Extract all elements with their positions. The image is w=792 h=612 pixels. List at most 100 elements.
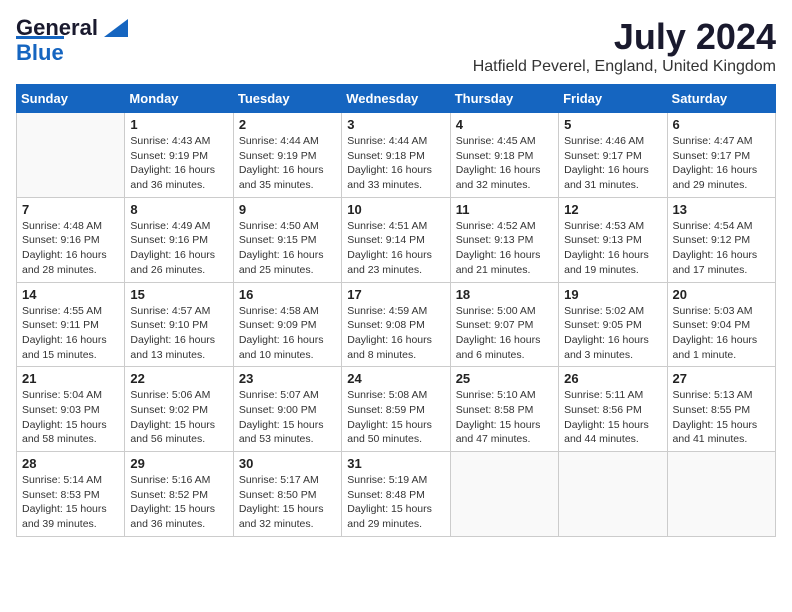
day-info: Sunrise: 5:17 AMSunset: 8:50 PMDaylight:… bbox=[239, 473, 336, 532]
day-info: Sunrise: 4:47 AMSunset: 9:17 PMDaylight:… bbox=[673, 134, 770, 193]
day-number: 17 bbox=[347, 287, 444, 302]
col-sunday: Sunday bbox=[17, 85, 125, 113]
day-info: Sunrise: 4:43 AMSunset: 9:19 PMDaylight:… bbox=[130, 134, 227, 193]
day-number: 14 bbox=[22, 287, 119, 302]
day-info: Sunrise: 4:55 AMSunset: 9:11 PMDaylight:… bbox=[22, 304, 119, 363]
table-row: 30 Sunrise: 5:17 AMSunset: 8:50 PMDayligh… bbox=[233, 452, 341, 537]
day-info: Sunrise: 5:03 AMSunset: 9:04 PMDaylight:… bbox=[673, 304, 770, 363]
week-row-1: 1 Sunrise: 4:43 AMSunset: 9:19 PMDaylight… bbox=[17, 113, 776, 198]
table-row bbox=[450, 452, 558, 537]
table-row: 23Sunrise: 5:07 AMSunset: 9:00 PMDayligh… bbox=[233, 367, 341, 452]
day-info: Sunrise: 4:53 AMSunset: 9:13 PMDaylight:… bbox=[564, 219, 661, 278]
table-row bbox=[17, 113, 125, 198]
table-row: 17 Sunrise: 4:59 AMSunset: 9:08 PMDayligh… bbox=[342, 282, 450, 367]
day-info: Sunrise: 4:57 AMSunset: 9:10 PMDaylight:… bbox=[130, 304, 227, 363]
day-number: 20 bbox=[673, 287, 770, 302]
day-info: Sunrise: 5:08 AMSunset: 8:59 PMDaylight:… bbox=[347, 388, 444, 447]
day-number: 21 bbox=[22, 371, 119, 386]
week-row-5: 28 Sunrise: 5:14 AMSunset: 8:53 PMDayligh… bbox=[17, 452, 776, 537]
weekday-header-row: Sunday Monday Tuesday Wednesday Thursday… bbox=[17, 85, 776, 113]
day-number: 25 bbox=[456, 371, 553, 386]
week-row-2: 7Sunrise: 4:48 AMSunset: 9:16 PMDaylight… bbox=[17, 197, 776, 282]
table-row: 16Sunrise: 4:58 AMSunset: 9:09 PMDayligh… bbox=[233, 282, 341, 367]
table-row: 14 Sunrise: 4:55 AMSunset: 9:11 PMDayligh… bbox=[17, 282, 125, 367]
day-number: 1 bbox=[130, 117, 227, 132]
day-number: 10 bbox=[347, 202, 444, 217]
day-info: Sunrise: 5:04 AMSunset: 9:03 PMDaylight:… bbox=[22, 388, 119, 447]
table-row bbox=[667, 452, 775, 537]
col-friday: Friday bbox=[559, 85, 667, 113]
table-row: 21 Sunrise: 5:04 AMSunset: 9:03 PMDayligh… bbox=[17, 367, 125, 452]
day-number: 8 bbox=[130, 202, 227, 217]
month-year: July 2024 bbox=[473, 16, 776, 58]
header: General Blue July 2024 Hatfield Peverel,… bbox=[16, 16, 776, 76]
table-row bbox=[559, 452, 667, 537]
day-info: Sunrise: 4:59 AMSunset: 9:08 PMDaylight:… bbox=[347, 304, 444, 363]
table-row: 9Sunrise: 4:50 AMSunset: 9:15 PMDaylight… bbox=[233, 197, 341, 282]
col-monday: Monday bbox=[125, 85, 233, 113]
week-row-4: 21 Sunrise: 5:04 AMSunset: 9:03 PMDayligh… bbox=[17, 367, 776, 452]
table-row: 22 Sunrise: 5:06 AMSunset: 9:02 PMDayligh… bbox=[125, 367, 233, 452]
day-number: 28 bbox=[22, 456, 119, 471]
table-row: 7Sunrise: 4:48 AMSunset: 9:16 PMDaylight… bbox=[17, 197, 125, 282]
day-number: 15 bbox=[130, 287, 227, 302]
day-info: Sunrise: 4:52 AMSunset: 9:13 PMDaylight:… bbox=[456, 219, 553, 278]
table-row: 31 Sunrise: 5:19 AMSunset: 8:48 PMDayligh… bbox=[342, 452, 450, 537]
day-number: 26 bbox=[564, 371, 661, 386]
table-row: 5 Sunrise: 4:46 AMSunset: 9:17 PMDaylight… bbox=[559, 113, 667, 198]
table-row: 10Sunrise: 4:51 AMSunset: 9:14 PMDayligh… bbox=[342, 197, 450, 282]
table-row: 11 Sunrise: 4:52 AMSunset: 9:13 PMDayligh… bbox=[450, 197, 558, 282]
col-saturday: Saturday bbox=[667, 85, 775, 113]
table-row: 4 Sunrise: 4:45 AMSunset: 9:18 PMDaylight… bbox=[450, 113, 558, 198]
table-row: 12 Sunrise: 4:53 AMSunset: 9:13 PMDayligh… bbox=[559, 197, 667, 282]
table-row: 2Sunrise: 4:44 AMSunset: 9:19 PMDaylight… bbox=[233, 113, 341, 198]
table-row: 6 Sunrise: 4:47 AMSunset: 9:17 PMDaylight… bbox=[667, 113, 775, 198]
logo-blue: Blue bbox=[16, 36, 64, 65]
day-number: 27 bbox=[673, 371, 770, 386]
day-number: 29 bbox=[130, 456, 227, 471]
day-number: 22 bbox=[130, 371, 227, 386]
day-info: Sunrise: 5:02 AMSunset: 9:05 PMDaylight:… bbox=[564, 304, 661, 363]
day-info: Sunrise: 5:13 AMSunset: 8:55 PMDaylight:… bbox=[673, 388, 770, 447]
day-info: Sunrise: 5:06 AMSunset: 9:02 PMDaylight:… bbox=[130, 388, 227, 447]
day-number: 31 bbox=[347, 456, 444, 471]
day-info: Sunrise: 4:44 AMSunset: 9:18 PMDaylight:… bbox=[347, 134, 444, 193]
table-row: 20 Sunrise: 5:03 AMSunset: 9:04 PMDayligh… bbox=[667, 282, 775, 367]
week-row-3: 14 Sunrise: 4:55 AMSunset: 9:11 PMDayligh… bbox=[17, 282, 776, 367]
day-number: 19 bbox=[564, 287, 661, 302]
col-tuesday: Tuesday bbox=[233, 85, 341, 113]
table-row: 24Sunrise: 5:08 AMSunset: 8:59 PMDayligh… bbox=[342, 367, 450, 452]
day-info: Sunrise: 5:19 AMSunset: 8:48 PMDaylight:… bbox=[347, 473, 444, 532]
day-number: 7 bbox=[22, 202, 119, 217]
day-number: 18 bbox=[456, 287, 553, 302]
table-row: 28 Sunrise: 5:14 AMSunset: 8:53 PMDayligh… bbox=[17, 452, 125, 537]
day-number: 5 bbox=[564, 117, 661, 132]
day-number: 11 bbox=[456, 202, 553, 217]
table-row: 25 Sunrise: 5:10 AMSunset: 8:58 PMDayligh… bbox=[450, 367, 558, 452]
day-number: 4 bbox=[456, 117, 553, 132]
day-number: 9 bbox=[239, 202, 336, 217]
day-number: 12 bbox=[564, 202, 661, 217]
day-number: 3 bbox=[347, 117, 444, 132]
day-info: Sunrise: 4:49 AMSunset: 9:16 PMDaylight:… bbox=[130, 219, 227, 278]
logo-arrow-icon bbox=[100, 17, 128, 39]
day-info: Sunrise: 5:16 AMSunset: 8:52 PMDaylight:… bbox=[130, 473, 227, 532]
table-row: 8 Sunrise: 4:49 AMSunset: 9:16 PMDaylight… bbox=[125, 197, 233, 282]
day-info: Sunrise: 4:58 AMSunset: 9:09 PMDaylight:… bbox=[239, 304, 336, 363]
title-block: July 2024 Hatfield Peverel, England, Uni… bbox=[473, 16, 776, 76]
table-row: 3 Sunrise: 4:44 AMSunset: 9:18 PMDaylight… bbox=[342, 113, 450, 198]
day-info: Sunrise: 5:00 AMSunset: 9:07 PMDaylight:… bbox=[456, 304, 553, 363]
logo: General Blue bbox=[16, 16, 128, 65]
day-info: Sunrise: 4:54 AMSunset: 9:12 PMDaylight:… bbox=[673, 219, 770, 278]
location: Hatfield Peverel, England, United Kingdo… bbox=[473, 58, 776, 76]
calendar-table: Sunday Monday Tuesday Wednesday Thursday… bbox=[16, 84, 776, 537]
day-number: 30 bbox=[239, 456, 336, 471]
day-number: 6 bbox=[673, 117, 770, 132]
col-thursday: Thursday bbox=[450, 85, 558, 113]
table-row: 27 Sunrise: 5:13 AMSunset: 8:55 PMDayligh… bbox=[667, 367, 775, 452]
day-info: Sunrise: 4:45 AMSunset: 9:18 PMDaylight:… bbox=[456, 134, 553, 193]
day-info: Sunrise: 5:10 AMSunset: 8:58 PMDaylight:… bbox=[456, 388, 553, 447]
table-row: 29 Sunrise: 5:16 AMSunset: 8:52 PMDayligh… bbox=[125, 452, 233, 537]
day-info: Sunrise: 4:46 AMSunset: 9:17 PMDaylight:… bbox=[564, 134, 661, 193]
day-info: Sunrise: 5:14 AMSunset: 8:53 PMDaylight:… bbox=[22, 473, 119, 532]
